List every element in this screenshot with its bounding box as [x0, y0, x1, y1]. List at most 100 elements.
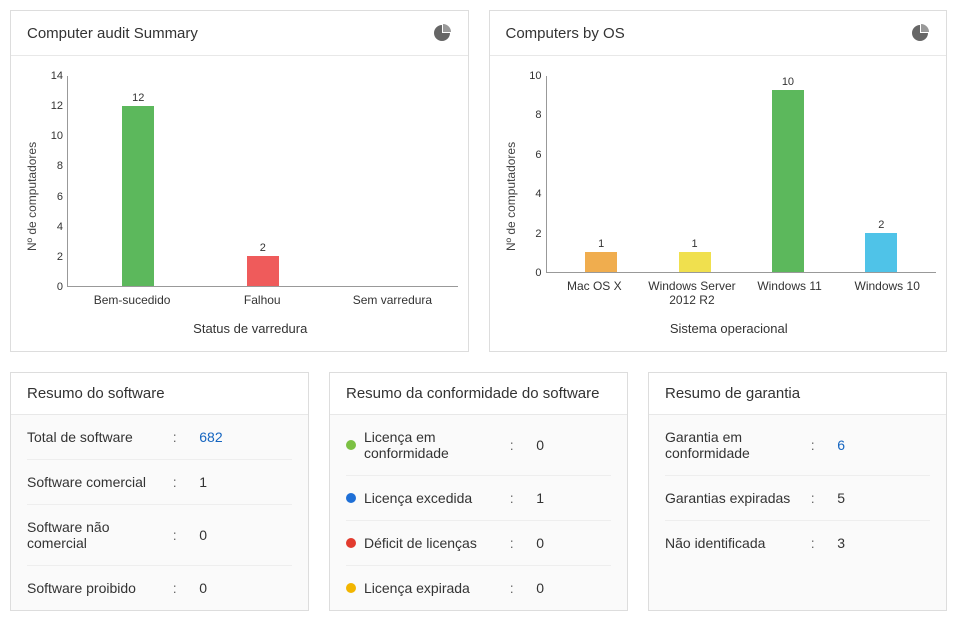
- software-summary-title: Resumo do software: [11, 373, 308, 415]
- os-y-axis-label: Nº de computadores: [500, 56, 522, 336]
- bar-group[interactable]: [325, 76, 450, 286]
- status-dot-icon: [346, 583, 356, 593]
- summary-row: Licença em conformidade:0: [346, 415, 611, 476]
- y-tick: 2: [57, 251, 63, 263]
- summary-row: Software não comercial:0: [27, 505, 292, 566]
- y-tick: 6: [535, 149, 541, 161]
- pie-chart-icon[interactable]: [432, 23, 452, 43]
- bar-group[interactable]: 10: [741, 76, 834, 272]
- y-tick: 14: [51, 70, 63, 82]
- category-label: Falhou: [197, 287, 327, 307]
- summary-value[interactable]: 0: [199, 527, 279, 543]
- warranty-summary-title: Resumo de garantia: [649, 373, 946, 415]
- summary-row: Não identificada:3: [665, 521, 930, 565]
- summary-row: Déficit de licenças:0: [346, 521, 611, 566]
- os-bars-region: 1 1 10 2: [546, 76, 937, 273]
- summary-label: Garantias expiradas: [665, 490, 811, 506]
- summary-row: Licença expirada:0: [346, 566, 611, 610]
- summary-label: Licença em conformidade: [364, 429, 510, 461]
- category-label: Bem-sucedido: [67, 287, 197, 307]
- bar[interactable]: [247, 256, 279, 286]
- summary-value[interactable]: 1: [536, 490, 616, 506]
- summary-value[interactable]: 1: [199, 474, 279, 490]
- bar-value-label: 2: [260, 242, 266, 254]
- audit-bars-region: 12 2: [67, 76, 458, 287]
- y-tick: 2: [535, 228, 541, 240]
- summary-value[interactable]: 0: [536, 580, 616, 596]
- summary-value[interactable]: 5: [837, 490, 917, 506]
- colon: :: [173, 429, 200, 445]
- status-dot-icon: [346, 493, 356, 503]
- y-tick: 8: [535, 109, 541, 121]
- summary-label: Software não comercial: [27, 519, 173, 551]
- software-summary-items: Total de software:682Software comercial:…: [11, 415, 308, 610]
- summary-label: Licença expirada: [364, 580, 510, 596]
- summary-label: Software comercial: [27, 474, 173, 490]
- compliance-summary-items: Licença em conformidade:0Licença excedid…: [330, 415, 627, 610]
- os-chart-title: Computers by OS: [506, 25, 625, 42]
- colon: :: [173, 527, 200, 543]
- summary-label: Não identificada: [665, 535, 811, 551]
- bar-value-label: 2: [878, 219, 884, 231]
- compliance-summary-card: Resumo da conformidade do software Licen…: [329, 372, 628, 611]
- warranty-summary-card: Resumo de garantia Garantia em conformid…: [648, 372, 947, 611]
- os-category-row: Mac OS XWindows Server 2012 R2Windows 11…: [546, 273, 937, 307]
- summary-value[interactable]: 0: [536, 437, 616, 453]
- bar-group[interactable]: 2: [835, 76, 928, 272]
- summary-row: Software proibido:0: [27, 566, 292, 610]
- summary-row: Total de software:682: [27, 415, 292, 460]
- y-tick: 10: [529, 70, 541, 82]
- os-y-ticks: 0246810: [522, 76, 546, 273]
- y-tick: 0: [535, 267, 541, 279]
- bar[interactable]: [679, 252, 711, 272]
- colon: :: [510, 490, 537, 506]
- colon: :: [811, 490, 838, 506]
- colon: :: [510, 437, 537, 453]
- colon: :: [811, 437, 838, 453]
- bar-group[interactable]: 1: [555, 76, 648, 272]
- y-tick: 0: [57, 281, 63, 293]
- y-tick: 6: [57, 191, 63, 203]
- colon: :: [510, 535, 537, 551]
- summary-value[interactable]: 682: [199, 429, 279, 445]
- bar[interactable]: [122, 106, 154, 286]
- summary-value[interactable]: 3: [837, 535, 917, 551]
- bar[interactable]: [772, 90, 804, 272]
- warranty-summary-items: Garantia em conformidade:6Garantias expi…: [649, 415, 946, 565]
- bar[interactable]: [585, 252, 617, 272]
- os-summary-card: Computers by OS Nº de computadores 0 2 4 6 8…: [489, 10, 948, 352]
- colon: :: [811, 535, 838, 551]
- summary-label: Déficit de licenças: [364, 535, 510, 551]
- bar-group[interactable]: 12: [76, 76, 201, 286]
- bar-group[interactable]: 2: [201, 76, 326, 286]
- summary-value[interactable]: 0: [199, 580, 279, 596]
- bar-value-label: 12: [132, 92, 144, 104]
- summary-value[interactable]: 0: [536, 535, 616, 551]
- y-tick: 4: [535, 188, 541, 200]
- bar[interactable]: [865, 233, 897, 272]
- audit-chart-title: Computer audit Summary: [27, 25, 198, 42]
- pie-chart-icon[interactable]: [910, 23, 930, 43]
- bar-group[interactable]: 1: [648, 76, 741, 272]
- bar-value-label: 1: [692, 238, 698, 250]
- summary-value[interactable]: 6: [837, 437, 917, 453]
- category-label: Windows 10: [838, 273, 936, 307]
- category-label: Windows Server 2012 R2: [643, 273, 741, 307]
- y-tick: 12: [51, 100, 63, 112]
- bar-value-label: 1: [598, 238, 604, 250]
- y-tick: 4: [57, 221, 63, 233]
- y-tick: 10: [51, 130, 63, 142]
- summary-row: Garantia em conformidade:6: [665, 415, 930, 476]
- y-tick: 8: [57, 160, 63, 172]
- audit-y-axis-label: Nº de computadores: [21, 56, 43, 336]
- category-label: Sem varredura: [327, 287, 457, 307]
- summary-row: Garantias expiradas:5: [665, 476, 930, 521]
- colon: :: [173, 580, 200, 596]
- summary-label: Total de software: [27, 429, 173, 445]
- audit-x-axis-label: Status de varredura: [43, 321, 458, 336]
- summary-label: Garantia em conformidade: [665, 429, 811, 461]
- audit-category-row: Bem-sucedidoFalhouSem varredura: [67, 287, 458, 307]
- summary-row: Licença excedida:1: [346, 476, 611, 521]
- audit-y-ticks: 02468101214: [43, 76, 67, 287]
- summary-row: Software comercial:1: [27, 460, 292, 505]
